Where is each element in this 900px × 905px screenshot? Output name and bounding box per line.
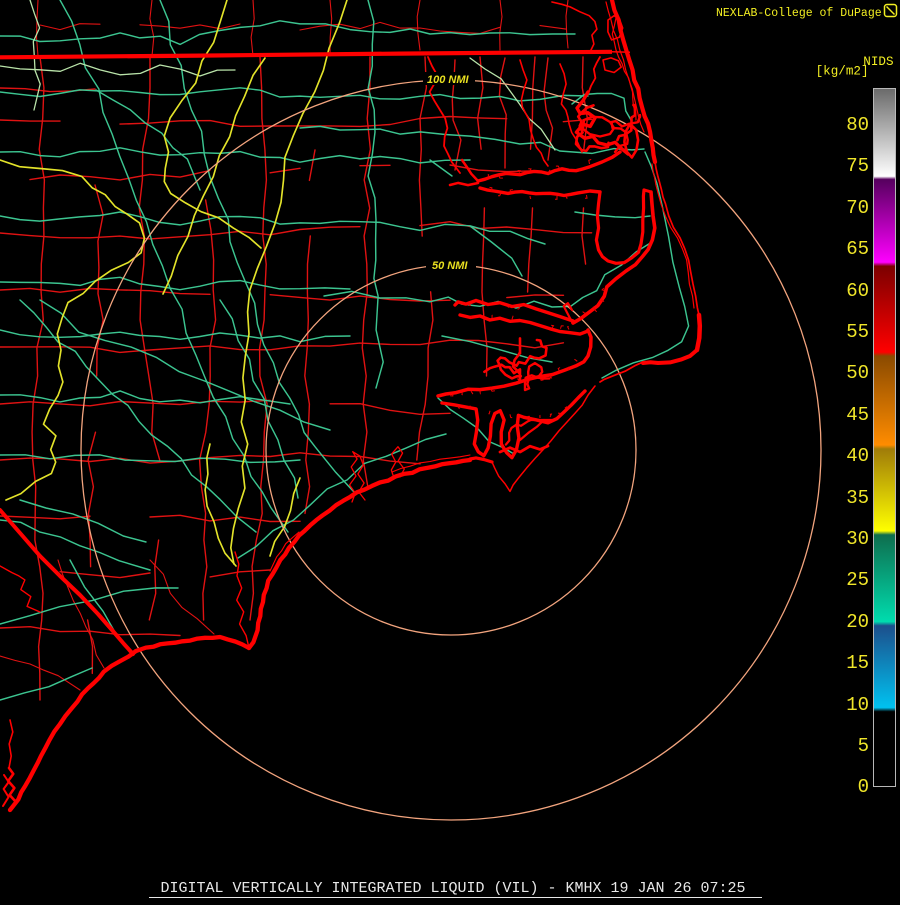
svg-text:80: 80 <box>846 114 869 136</box>
svg-text:DIGITAL VERTICALLY INTEGRATED: DIGITAL VERTICALLY INTEGRATED LIQUID (VI… <box>160 880 745 897</box>
svg-text:5: 5 <box>858 735 869 757</box>
svg-text:20: 20 <box>846 611 869 633</box>
svg-text:50 NMI: 50 NMI <box>432 260 468 272</box>
svg-text:0: 0 <box>858 776 869 798</box>
svg-text:35: 35 <box>846 487 869 509</box>
svg-text:60: 60 <box>846 280 869 302</box>
svg-text:NEXLAB-College of DuPage: NEXLAB-College of DuPage <box>716 7 882 20</box>
svg-text:65: 65 <box>846 238 869 260</box>
svg-text:55: 55 <box>846 321 869 343</box>
svg-text:40: 40 <box>846 445 869 467</box>
svg-text:100 NMI: 100 NMI <box>427 74 470 86</box>
svg-text:[kg/m2]: [kg/m2] <box>816 65 869 79</box>
svg-text:10: 10 <box>846 694 869 716</box>
svg-text:30: 30 <box>846 528 869 550</box>
svg-text:25: 25 <box>846 569 869 591</box>
svg-text:50: 50 <box>846 362 869 384</box>
svg-text:45: 45 <box>846 404 869 426</box>
svg-text:15: 15 <box>846 652 869 674</box>
svg-text:70: 70 <box>846 197 869 219</box>
svg-text:75: 75 <box>846 155 869 177</box>
